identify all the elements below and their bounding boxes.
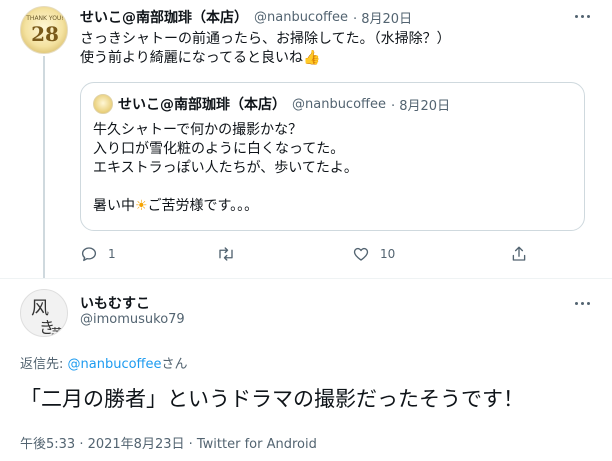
quoted-author-handle: @nanbucoffee (292, 96, 386, 112)
quoted-line-2: 入り口が雪化粧のように白くなってた。 (93, 141, 345, 157)
like-button[interactable]: 10 (352, 243, 395, 265)
tweet-header: せいこ@南部珈琲（本店） @nanbucoffee · 8月20日 (80, 7, 412, 27)
author-handle[interactable]: @imomusuko79 (80, 312, 185, 327)
share-button[interactable] (510, 243, 528, 265)
quoted-line-3: エキストラっぽい人たちが、歩いてたよ。 (93, 160, 358, 176)
like-count: 10 (380, 247, 396, 261)
retweet-button[interactable] (216, 243, 246, 265)
thread-line (43, 56, 45, 278)
thumbs-up-icon: 👍 (303, 50, 321, 66)
author-handle[interactable]: @nanbucoffee (254, 10, 348, 25)
tweet-date[interactable]: · 8月20日 (353, 8, 412, 27)
reply-button[interactable]: 1 (80, 243, 116, 265)
quoted-author-name: せいこ@南部珈琲（本店） (118, 97, 286, 113)
quoted-line-5-start: 暑い中 (93, 198, 135, 214)
heart-icon (353, 247, 369, 261)
quoted-tweet-text: 牛久シャトーで何かの撮影かな？ 入り口が雪化粧のように白くなってた。 エキストラ… (93, 121, 573, 216)
tweet-text: さっきシャトーの前通ったら、お掃除してた。（水掃除？） 使う前より綺麗になってる… (80, 30, 590, 68)
avatar-char-3: 芋 (51, 326, 64, 337)
tweet-text: 「二月の勝者」というドラマの撮影だったそうです！ (20, 387, 524, 411)
reply-suffix: さん (161, 357, 188, 372)
avatar[interactable]: 风 き 芋 (20, 289, 68, 337)
reply-mention-link[interactable]: @nanbucoffee (68, 357, 162, 372)
retweet-icon (219, 247, 233, 261)
tweet-timestamp[interactable]: 午後5:33 · 2021年8月23日 · Twitter for Androi… (20, 433, 317, 452)
quoted-tweet-header: せいこ@南部珈琲（本店） @nanbucoffee · 8月20日 (93, 94, 450, 114)
tweet-1[interactable]: THANK YOU! 28 せいこ@南部珈琲（本店） @nanbucoffee … (0, 0, 612, 278)
reply-count: 1 (108, 247, 116, 261)
quoted-line-1: 牛久シャトーで何かの撮影かな？ (93, 122, 303, 138)
quoted-line-5-end: ご苦労様です。。。 (147, 198, 259, 214)
reply-label: 返信先: (20, 357, 68, 372)
more-options-icon[interactable] (572, 293, 592, 313)
tweet-text-line-1: さっきシャトーの前通ったら、お掃除してた。（水掃除？） (80, 31, 451, 47)
share-icon (512, 246, 526, 261)
avatar-number: 28 (31, 22, 59, 46)
tweet-text-line-2: 使う前より綺麗になってると良いね (80, 50, 304, 66)
quoted-tweet-date: · 8月20日 (391, 98, 451, 114)
quoted-avatar (93, 94, 113, 114)
tweet-2[interactable]: 风 き 芋 いもむすこ @imomusuko79 返信先: @nanbucoff… (0, 278, 612, 461)
avatar-caption: THANK YOU! (26, 15, 64, 22)
reply-context: 返信先: @nanbucoffeeさん (20, 353, 188, 372)
sun-icon: ☀ (135, 198, 148, 214)
author-name[interactable]: いもむすこ (80, 293, 150, 313)
more-options-icon[interactable] (572, 6, 592, 26)
tweet-actions: 1 10 (80, 243, 530, 265)
avatar[interactable]: THANK YOU! 28 (20, 6, 68, 54)
author-name[interactable]: せいこ@南部珈琲（本店） (80, 7, 248, 27)
quoted-tweet[interactable]: せいこ@南部珈琲（本店） @nanbucoffee · 8月20日 牛久シャトー… (80, 82, 585, 231)
reply-icon (81, 247, 97, 262)
